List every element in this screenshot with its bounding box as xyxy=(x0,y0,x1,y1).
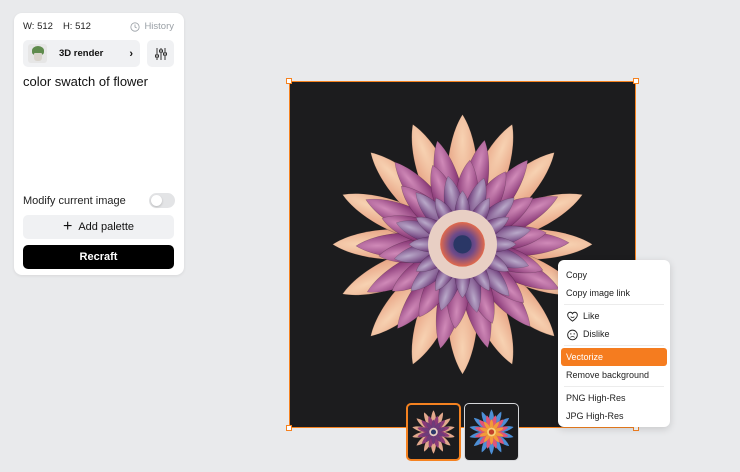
resize-handle-top-right[interactable] xyxy=(633,78,639,84)
context-menu: Copy Copy image link Like Dislike Vector… xyxy=(558,260,670,427)
thumbnail-flower xyxy=(411,410,456,454)
add-palette-button[interactable]: + Add palette xyxy=(23,215,174,239)
menu-item-remove-background[interactable]: Remove background xyxy=(558,366,670,384)
menu-item-vectorize[interactable]: Vectorize xyxy=(561,348,667,366)
recraft-button[interactable]: Recraft xyxy=(23,245,174,269)
style-thumbnail xyxy=(28,44,47,63)
history-label: History xyxy=(144,21,174,32)
modify-toggle[interactable] xyxy=(149,193,175,208)
menu-item-like[interactable]: Like xyxy=(558,307,670,325)
menu-divider xyxy=(564,304,664,305)
thumbnail-flower xyxy=(468,409,515,455)
resize-handle-top-left[interactable] xyxy=(286,78,292,84)
menu-item-label: Copy xyxy=(566,270,588,280)
menu-item-label: Copy image link xyxy=(566,288,631,298)
menu-item-label: Vectorize xyxy=(566,352,604,362)
menu-divider xyxy=(564,386,664,387)
recraft-label: Recraft xyxy=(79,251,118,263)
menu-item-jpg-high-res[interactable]: JPG High-Res xyxy=(558,407,670,425)
modify-row: Modify current image xyxy=(23,193,175,208)
menu-item-label: JPG High-Res xyxy=(566,411,624,421)
history-button[interactable]: History xyxy=(130,21,174,32)
menu-item-copy-link[interactable]: Copy image link xyxy=(558,284,670,302)
add-palette-label: Add palette xyxy=(78,221,134,233)
menu-divider xyxy=(564,345,664,346)
menu-item-label: PNG High-Res xyxy=(566,393,626,403)
menu-item-label: Like xyxy=(583,311,600,321)
style-label: 3D render xyxy=(59,48,104,59)
style-selector-button[interactable]: 3D render › xyxy=(23,40,140,67)
prompt-text[interactable]: color swatch of flower xyxy=(23,74,148,89)
modify-label: Modify current image xyxy=(23,194,126,207)
chevron-right-icon: › xyxy=(129,47,133,60)
menu-item-png-high-res[interactable]: PNG High-Res xyxy=(558,389,670,407)
plus-icon: + xyxy=(63,218,73,235)
menu-item-copy[interactable]: Copy xyxy=(558,266,670,284)
variant-thumbnail-2[interactable] xyxy=(464,403,519,461)
prompt-panel: W: 512 H: 512 History 3D render › color … xyxy=(14,13,184,275)
heart-face-icon xyxy=(566,310,579,323)
settings-button[interactable] xyxy=(147,40,174,67)
sad-face-icon xyxy=(566,328,579,341)
clock-icon xyxy=(130,21,141,32)
resize-handle-bottom-left[interactable] xyxy=(286,425,292,431)
menu-item-label: Remove background xyxy=(566,370,650,380)
variant-thumbnail-1[interactable] xyxy=(406,403,461,461)
menu-item-label: Dislike xyxy=(583,329,610,339)
height-label[interactable]: H: 512 xyxy=(63,21,91,32)
menu-item-dislike[interactable]: Dislike xyxy=(558,325,670,343)
dimensions: W: 512 H: 512 xyxy=(23,21,91,32)
width-label[interactable]: W: 512 xyxy=(23,21,53,32)
sliders-icon xyxy=(154,47,167,60)
